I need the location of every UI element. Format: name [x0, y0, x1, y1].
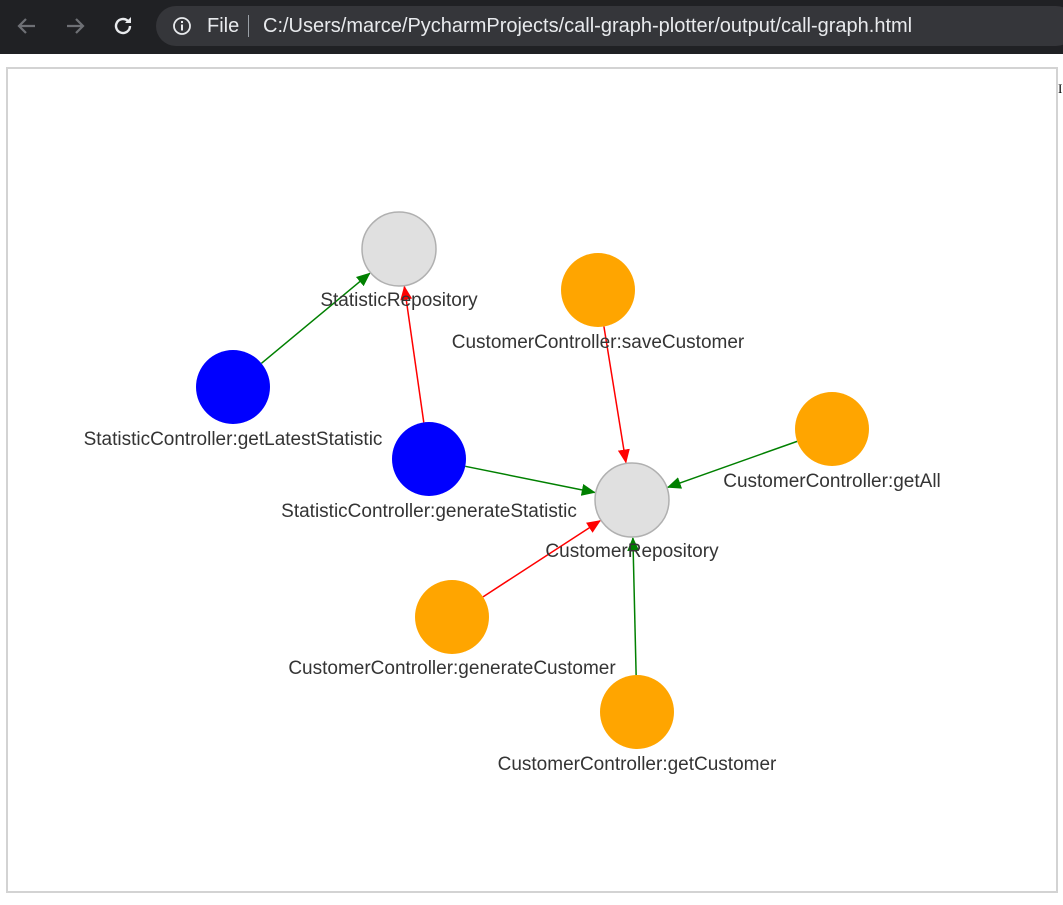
arrow-right-icon — [67, 18, 85, 34]
node-circle[interactable] — [600, 675, 674, 749]
omnibox-separator — [248, 15, 249, 37]
node-label: CustomerController:getCustomer — [498, 754, 777, 775]
node-customer-save[interactable]: CustomerController:saveCustomer — [452, 253, 745, 353]
node-circle[interactable] — [795, 392, 869, 466]
node-circle[interactable] — [594, 462, 670, 538]
stray-character: I — [1058, 82, 1063, 96]
node-circle[interactable] — [392, 422, 466, 496]
protocol-label: File — [207, 15, 240, 37]
node-label: CustomerRepository — [545, 541, 719, 562]
reload-icon — [114, 17, 132, 35]
node-label: CustomerController:getAll — [723, 471, 941, 492]
back-button[interactable] — [12, 11, 42, 41]
call-graph[interactable]: StatisticRepository CustomerRepository Sta… — [8, 69, 1056, 891]
node-statistic-repository[interactable]: StatisticRepository — [320, 211, 478, 311]
nodes-layer: StatisticRepository CustomerRepository Sta… — [84, 211, 941, 775]
address-bar[interactable]: File C:/Users/marce/PycharmProjects/call… — [156, 6, 1063, 46]
edge-statistic-generate-to-customer-repository[interactable] — [465, 465, 596, 496]
info-circle-icon[interactable] — [172, 16, 192, 36]
arrow-left-icon — [17, 18, 35, 34]
node-label: StatisticController:generateStatistic — [281, 501, 577, 522]
node-label: StatisticRepository — [320, 290, 478, 311]
forward-button[interactable] — [60, 11, 90, 41]
graph-canvas[interactable]: StatisticRepository CustomerRepository Sta… — [6, 67, 1058, 893]
edge-statistic-get-latest-to-statistic-repository[interactable] — [260, 272, 371, 364]
node-circle[interactable] — [196, 350, 270, 424]
node-circle[interactable] — [561, 253, 635, 327]
page-content: StatisticRepository CustomerRepository Sta… — [0, 54, 1063, 905]
node-circle[interactable] — [415, 580, 489, 654]
node-circle[interactable] — [361, 211, 437, 287]
node-label: CustomerController:saveCustomer — [452, 332, 745, 353]
node-customer-generate[interactable]: CustomerController:generateCustomer — [288, 580, 616, 679]
node-statistic-get-latest[interactable]: StatisticController:getLatestStatistic — [84, 350, 383, 450]
node-customer-get[interactable]: CustomerController:getCustomer — [498, 675, 777, 775]
browser-toolbar: File C:/Users/marce/PycharmProjects/call… — [0, 0, 1063, 54]
node-label: CustomerController:generateCustomer — [288, 658, 616, 679]
node-label: StatisticController:getLatestStatistic — [84, 429, 383, 450]
reload-button[interactable] — [108, 11, 138, 41]
node-customer-get-all[interactable]: CustomerController:getAll — [723, 392, 941, 492]
url-text[interactable]: C:/Users/marce/PycharmProjects/call-grap… — [263, 15, 912, 38]
